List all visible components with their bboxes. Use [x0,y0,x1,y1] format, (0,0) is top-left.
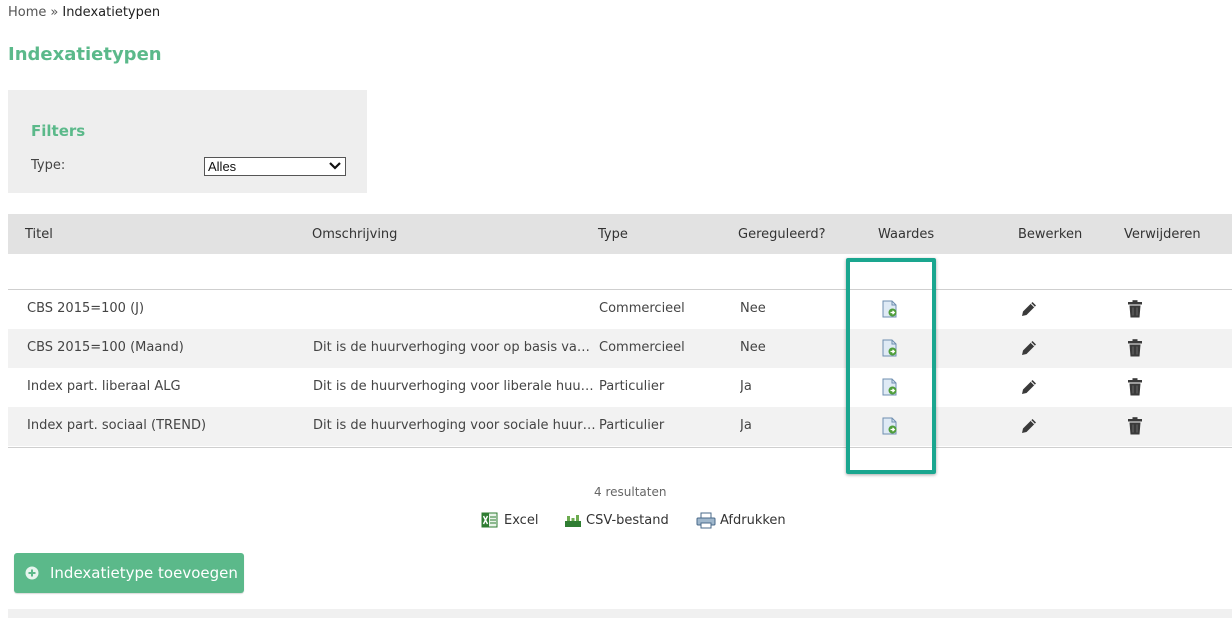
cell-type: Commercieel [599,301,685,316]
trash-icon[interactable] [1125,416,1145,436]
result-count: 4 resultaten [594,485,667,499]
breadcrumb-current: Indexatietypen [62,5,161,20]
cell-gereguleerd: Nee [740,301,766,316]
cell-titel: CBS 2015=100 (Maand) [27,340,184,355]
cell-type: Commercieel [599,340,685,355]
printer-icon [696,512,716,529]
pencil-icon[interactable] [1019,377,1039,397]
type-filter-label: Type: [31,158,66,173]
cell-gereguleerd: Ja [740,379,752,394]
cell-titel: CBS 2015=100 (J) [27,301,145,316]
table-row: CBS 2015=100 (J) Commercieel Nee [8,290,1232,329]
table-divider [8,447,1232,448]
column-header-type[interactable]: Type [598,227,628,242]
pencil-icon[interactable] [1019,338,1039,358]
export-excel-link[interactable]: Excel [481,512,538,529]
export-print-label: Afdrukken [720,513,786,528]
cell-gereguleerd: Nee [740,340,766,355]
page-title: Indexatietypen [8,44,162,65]
filters-title: Filters [31,122,86,140]
type-filter-value: Alles [208,159,237,174]
export-print-link[interactable]: Afdrukken [696,512,786,529]
pencil-icon[interactable] [1019,299,1039,319]
table-header: Titel Omschrijving Type Gereguleerd? Waa… [8,214,1232,254]
excel-icon [481,512,498,528]
column-header-verwijderen: Verwijderen [1124,227,1201,242]
csv-icon [565,515,581,527]
table-row: Index part. liberaal ALG Dit is de huurve… [8,368,1232,407]
cell-omschrijving: Dit is de huurverhoging voor sociale huu… [313,418,596,433]
breadcrumb-home-link[interactable]: Home [8,5,46,20]
chevron-down-icon [329,162,341,170]
column-header-bewerken: Bewerken [1018,227,1083,242]
breadcrumb: Home » Indexatietypen [8,5,160,20]
column-header-gereguleerd[interactable]: Gereguleerd? [738,227,826,242]
cell-titel: Index part. liberaal ALG [27,379,181,394]
cell-type: Particulier [599,379,665,394]
export-csv-link[interactable]: CSV-bestand [564,512,669,529]
waardes-highlight-box [846,258,936,474]
plus-circle-icon [25,566,39,580]
type-filter-select[interactable]: Alles [204,157,346,176]
column-header-waardes: Waardes [878,227,935,242]
cell-omschrijving: Dit is de huurverhoging voor op basis va… [313,340,596,355]
trash-icon[interactable] [1125,299,1145,319]
trash-icon[interactable] [1125,338,1145,358]
breadcrumb-separator: » [50,5,59,20]
cell-gereguleerd: Ja [740,418,752,433]
add-indexatietype-button[interactable]: Indexatietype toevoegen [14,553,244,593]
table-row: Index part. sociaal (TREND) Dit is de huu… [8,407,1232,446]
column-header-omschrijving[interactable]: Omschrijving [312,227,397,242]
column-header-titel[interactable]: Titel [25,227,53,242]
export-excel-label: Excel [504,513,539,528]
trash-icon[interactable] [1125,377,1145,397]
cell-omschrijving: Dit is de huurverhoging voor liberale hu… [313,379,596,394]
cell-titel: Index part. sociaal (TREND) [27,418,207,433]
pencil-icon[interactable] [1019,416,1039,436]
footer-bar [8,609,1232,618]
cell-type: Particulier [599,418,665,433]
add-indexatietype-label: Indexatietype toevoegen [50,564,238,582]
filters-panel: Filters Type: Alles [8,90,367,193]
table-row: CBS 2015=100 (Maand) Dit is de huurverhog… [8,329,1232,368]
export-csv-label: CSV-bestand [586,513,669,528]
